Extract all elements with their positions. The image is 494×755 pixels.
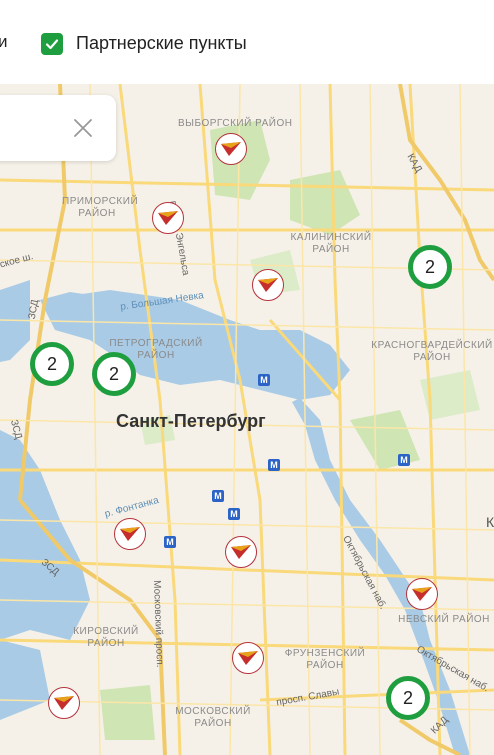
partner-pin[interactable] bbox=[48, 687, 80, 719]
partner-logo-icon bbox=[238, 651, 258, 665]
metro-icon[interactable]: M bbox=[258, 374, 270, 386]
partner-logo-icon bbox=[120, 527, 140, 541]
metro-icon[interactable]: M bbox=[268, 459, 280, 471]
search-panel[interactable] bbox=[0, 95, 116, 161]
metro-icon[interactable]: M bbox=[212, 490, 224, 502]
partner-pin[interactable] bbox=[252, 269, 284, 301]
partner-logo-icon bbox=[258, 278, 278, 292]
checkmark-icon bbox=[45, 39, 59, 50]
cluster-marker[interactable]: 2 bbox=[386, 676, 430, 720]
partner-logo-icon bbox=[221, 142, 241, 156]
district-label: НЕВСКИЙ РАЙОН bbox=[398, 614, 490, 625]
partner-logo-icon bbox=[231, 545, 251, 559]
district-label: ПРИМОРСКИЙ РАЙОН bbox=[62, 196, 139, 219]
metro-icon[interactable]: M bbox=[398, 454, 410, 466]
edge-label: К bbox=[486, 514, 494, 530]
partner-pin[interactable] bbox=[225, 536, 257, 568]
partner-pin[interactable] bbox=[114, 518, 146, 550]
map-canvas[interactable]: ВЫБОРГСКИЙ РАЙОН ПРИМОРСКИЙ РАЙОН КАЛИНИ… bbox=[0, 84, 494, 755]
district-label: КРАСНОГВАРДЕЙСКИЙ РАЙОН bbox=[371, 340, 493, 363]
partner-points-label[interactable]: Партнерские пункты bbox=[76, 33, 247, 54]
cluster-marker[interactable]: 2 bbox=[408, 245, 452, 289]
district-label: ВЫБОРГСКИЙ РАЙОН bbox=[178, 118, 293, 129]
close-icon[interactable] bbox=[72, 117, 94, 139]
partner-logo-icon bbox=[412, 587, 432, 601]
partner-pin[interactable] bbox=[232, 642, 264, 674]
partner-points-checkbox[interactable] bbox=[41, 33, 63, 55]
cluster-marker[interactable]: 2 bbox=[92, 352, 136, 396]
city-label: Санкт-Петербург bbox=[116, 411, 266, 431]
partner-logo-icon bbox=[158, 211, 178, 225]
partner-pin[interactable] bbox=[215, 133, 247, 165]
filter-bar: и Партнерские пункты bbox=[0, 0, 494, 84]
metro-icon[interactable]: M bbox=[228, 508, 240, 520]
cluster-marker[interactable]: 2 bbox=[30, 342, 74, 386]
district-label: ФРУНЗЕНСКИЙ РАЙОН bbox=[284, 648, 366, 671]
metro-icon[interactable]: M bbox=[164, 536, 176, 548]
partner-logo-icon bbox=[54, 696, 74, 710]
district-label: КИРОВСКИЙ РАЙОН bbox=[73, 626, 139, 649]
partner-pin[interactable] bbox=[406, 578, 438, 610]
previous-filter-label[interactable]: и bbox=[0, 32, 8, 52]
district-label: КАЛИНИНСКИЙ РАЙОН bbox=[290, 232, 372, 255]
partner-pin[interactable] bbox=[152, 202, 184, 234]
district-label: МОСКОВСКИЙ РАЙОН bbox=[175, 706, 251, 729]
